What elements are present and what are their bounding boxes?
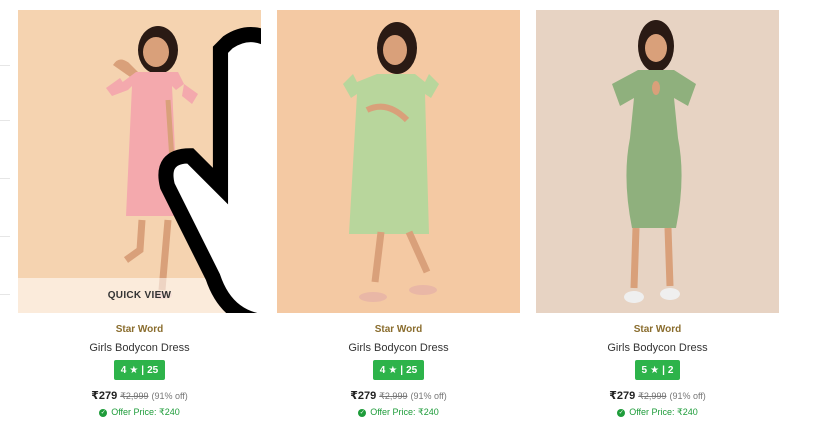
original-price: ₹2,999 — [638, 391, 667, 401]
brand-name[interactable]: Star Word — [116, 324, 164, 335]
star-icon: ★ — [129, 364, 139, 376]
original-price: ₹2,999 — [379, 391, 408, 401]
review-count: 2 — [667, 364, 674, 376]
product-card[interactable]: QUICK VIEW Star Word Girls Bodycon Dress… — [18, 10, 261, 418]
divider — [0, 178, 10, 179]
product-card[interactable]: Star Word Girls Bodycon Dress 4 ★ | 25 ₹… — [277, 10, 520, 418]
brand-name[interactable]: Star Word — [634, 324, 682, 335]
check-circle-icon: ✓ — [99, 408, 108, 417]
discount-percent: (91% off) — [410, 391, 447, 401]
offer-price-text: Offer Price: ₹240 — [370, 407, 439, 417]
price-row: ₹279 ₹2,999 (91% off) — [350, 389, 447, 402]
sale-price: ₹279 — [350, 390, 377, 402]
discount-percent: (91% off) — [151, 391, 188, 401]
review-count: 25 — [147, 364, 159, 376]
rating-separator: | — [662, 364, 665, 376]
offer-price: ✓ Offer Price: ₹240 — [99, 407, 180, 418]
product-card[interactable]: Star Word Girls Bodycon Dress 5 ★ | 2 ₹2… — [536, 10, 779, 418]
original-price: ₹2,999 — [120, 391, 149, 401]
discount-percent: (91% off) — [669, 391, 706, 401]
divider — [0, 120, 10, 121]
divider — [0, 65, 10, 66]
star-icon: ★ — [388, 364, 398, 376]
rating-value: 4 — [379, 364, 386, 376]
hand-pointer-icon — [158, 27, 261, 313]
offer-price-text: Offer Price: ₹240 — [111, 407, 180, 417]
offer-price: ✓ Offer Price: ₹240 — [617, 407, 698, 418]
price-row: ₹279 ₹2,999 (91% off) — [91, 389, 188, 402]
product-name[interactable]: Girls Bodycon Dress — [348, 342, 448, 354]
sale-price: ₹279 — [91, 390, 118, 402]
product-image[interactable] — [277, 10, 520, 313]
rating-separator: | — [141, 364, 145, 376]
divider — [0, 236, 10, 237]
rating-value: 4 — [120, 364, 127, 376]
rating-badge: 4 ★ | 25 — [113, 360, 166, 380]
product-grid: QUICK VIEW Star Word Girls Bodycon Dress… — [18, 10, 779, 418]
price-row: ₹279 ₹2,999 (91% off) — [609, 389, 706, 402]
brand-name[interactable]: Star Word — [375, 324, 423, 335]
sale-price: ₹279 — [609, 390, 636, 402]
offer-price: ✓ Offer Price: ₹240 — [358, 407, 439, 418]
divider — [0, 294, 10, 295]
check-circle-icon: ✓ — [358, 408, 367, 417]
review-count: 25 — [406, 364, 418, 376]
rating-badge: 5 ★ | 2 — [634, 360, 681, 380]
product-name[interactable]: Girls Bodycon Dress — [89, 342, 189, 354]
check-circle-icon: ✓ — [617, 408, 626, 417]
product-image[interactable]: QUICK VIEW — [18, 10, 261, 313]
rating-separator: | — [400, 364, 404, 376]
product-name[interactable]: Girls Bodycon Dress — [607, 342, 707, 354]
rating-value: 5 — [641, 364, 648, 376]
product-image[interactable] — [536, 10, 779, 313]
offer-price-text: Offer Price: ₹240 — [629, 407, 698, 417]
star-icon: ★ — [650, 364, 660, 376]
rating-badge: 4 ★ | 25 — [372, 360, 425, 380]
